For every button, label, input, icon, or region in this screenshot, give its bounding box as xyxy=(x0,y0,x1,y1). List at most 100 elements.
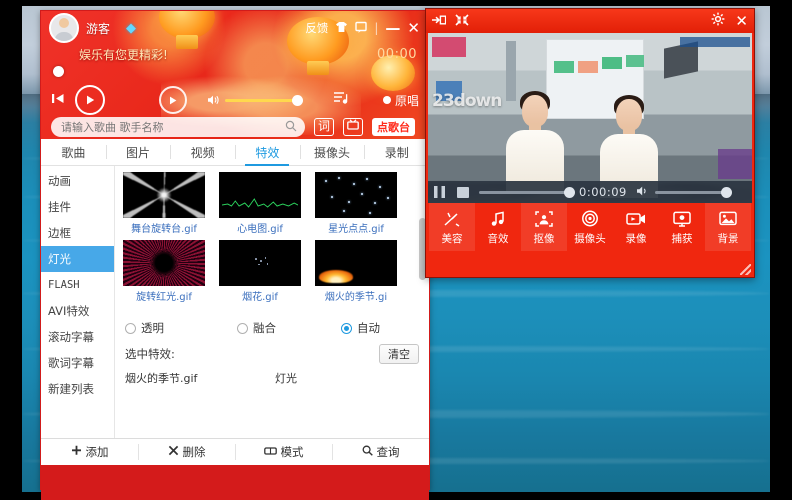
sidebar-item-widget[interactable]: 挂件 xyxy=(41,194,114,220)
original-vocal-toggle[interactable]: 原唱 xyxy=(382,92,419,109)
capture-icon xyxy=(673,209,691,229)
volume-icon[interactable] xyxy=(636,185,649,200)
thumbnail-item[interactable]: 舞台旋转台.gif xyxy=(123,172,205,235)
tab-camera[interactable]: 摄像头 xyxy=(299,139,365,165)
selected-effect-category: 灯光 xyxy=(275,372,297,385)
radio-circle xyxy=(341,322,352,334)
radio-blend[interactable]: 融合 xyxy=(237,320,341,336)
karaoke-window: 游客 ◆ 反馈 | — ✕ 娱乐有您更精彩! 00:00 原唱 请输入歌曲 歌手… xyxy=(40,10,430,500)
tab-record[interactable]: 录制 xyxy=(364,139,429,165)
close-icon[interactable]: ✕ xyxy=(735,12,748,30)
collapse-icon[interactable] xyxy=(455,13,469,29)
thumbnail-image xyxy=(315,172,397,218)
sidebar-item-avi-effects[interactable]: AVI特效 xyxy=(41,298,114,324)
sidebar-item-scrolling-subtitle[interactable]: 滚动字幕 xyxy=(41,324,114,350)
request-station-button[interactable]: 点歌台 xyxy=(372,118,416,136)
delete-button[interactable]: 删除 xyxy=(138,439,235,465)
stop-icon[interactable] xyxy=(457,186,469,198)
seek-knob[interactable] xyxy=(564,186,575,198)
query-button[interactable]: 查询 xyxy=(332,439,429,465)
clear-button[interactable]: 清空 xyxy=(379,344,419,364)
screen: 游客 ◆ 反馈 | — ✕ 娱乐有您更精彩! 00:00 原唱 请输入歌曲 歌手… xyxy=(0,0,792,500)
chroma-key-icon xyxy=(535,209,553,229)
message-icon[interactable] xyxy=(355,21,368,35)
thumbnail-item[interactable]: 旋转红光.gif xyxy=(123,240,205,303)
feedback-button[interactable]: 反馈 xyxy=(305,20,328,36)
effect-options: 透明 融合 自动 选中特效: 清空 烟火的季节.gif 灯光 xyxy=(115,314,429,386)
song-progress-bar[interactable] xyxy=(53,66,417,77)
search-input[interactable] xyxy=(59,119,285,135)
stage-rotation-art xyxy=(123,172,205,218)
selected-effect-name: 烟火的季节.gif xyxy=(125,372,198,385)
volume-icon[interactable] xyxy=(207,91,220,110)
video-volume-slider[interactable] xyxy=(654,186,732,198)
sidebar-item-lyric-subtitle[interactable]: 歌词字幕 xyxy=(41,350,114,376)
tv-icon[interactable] xyxy=(343,118,364,136)
previous-track-icon[interactable] xyxy=(51,92,65,108)
minimize-button[interactable]: — xyxy=(385,19,400,37)
tool-beauty[interactable]: 美容 xyxy=(429,203,475,251)
sidebar-item-new-list[interactable]: 新建列表 xyxy=(41,376,114,402)
thumbnail-label: 烟花.gif xyxy=(242,292,278,303)
sidebar-item-animation[interactable]: 动画 xyxy=(41,168,114,194)
shirt-icon[interactable] xyxy=(335,21,348,35)
tool-chroma-key[interactable]: 抠像 xyxy=(521,203,567,251)
tab-songs[interactable]: 歌曲 xyxy=(41,139,106,165)
volume-slider[interactable] xyxy=(225,94,303,106)
pause-icon[interactable] xyxy=(434,186,445,198)
tool-capture[interactable]: 捕获 xyxy=(659,203,705,251)
playback-timecode: 00:00 xyxy=(377,47,417,62)
titlebar-separator: | xyxy=(374,21,379,35)
search-box[interactable] xyxy=(51,117,305,137)
play-circle-icon[interactable] xyxy=(159,86,187,114)
radio-auto[interactable]: 自动 xyxy=(341,320,380,336)
tool-record-video[interactable]: 录像 xyxy=(613,203,659,251)
blend-mode-radio-group: 透明 融合 自动 xyxy=(125,320,419,336)
selected-effect-row: 选中特效: 清空 xyxy=(125,344,419,364)
volume-control[interactable] xyxy=(207,91,303,110)
video-volume-knob[interactable] xyxy=(720,186,732,198)
search-icon xyxy=(362,445,373,459)
tool-background[interactable]: 背景 xyxy=(705,203,751,251)
tab-videos[interactable]: 视频 xyxy=(170,139,235,165)
fireworks-art xyxy=(219,240,301,286)
thumbnail-item[interactable]: 心电图.gif xyxy=(219,172,301,235)
selected-effect-label: 选中特效: xyxy=(125,347,175,361)
radio-transparent[interactable]: 透明 xyxy=(125,320,237,336)
resize-grip[interactable] xyxy=(740,264,751,275)
tool-sound-effect[interactable]: 音效 xyxy=(475,203,521,251)
close-button[interactable]: ✕ xyxy=(407,19,420,37)
rotating-red-light-art xyxy=(123,240,205,286)
progress-knob[interactable] xyxy=(53,66,64,77)
seek-slider[interactable] xyxy=(479,186,575,198)
thumbnail-item[interactable]: 星光点点.gif xyxy=(315,172,397,235)
tool-camera[interactable]: 摄像头 xyxy=(567,203,613,251)
avatar[interactable] xyxy=(49,13,79,43)
thumbnail-item[interactable]: 烟花.gif xyxy=(219,240,301,303)
tab-pictures[interactable]: 图片 xyxy=(105,139,171,165)
mode-button[interactable]: 模式 xyxy=(235,439,332,465)
booth-swatch xyxy=(554,61,574,73)
sidebar-item-border[interactable]: 边框 xyxy=(41,220,114,246)
equalizer-icon[interactable] xyxy=(333,91,348,109)
add-button[interactable]: 添加 xyxy=(41,439,138,465)
volume-knob[interactable] xyxy=(292,94,303,106)
video-titlebar: ✕ xyxy=(426,9,754,33)
lyrics-button[interactable]: 词 xyxy=(314,118,335,136)
diamond-icon[interactable]: ◆ xyxy=(126,21,136,36)
thumbnail-item[interactable]: 烟火的季节.gi xyxy=(315,240,397,303)
tab-effects[interactable]: 特效 xyxy=(235,139,300,166)
video-stage[interactable]: 23down 0:00:09 xyxy=(428,33,752,203)
radio-label: 透明 xyxy=(141,321,164,335)
play-icon[interactable] xyxy=(75,85,105,115)
record-video-icon xyxy=(626,209,646,229)
sidebar-item-lighting[interactable]: 灯光 xyxy=(41,246,114,272)
booth-banner xyxy=(680,37,750,47)
effects-thumbnail-grid: 舞台旋转台.gif 心电图.gif 星光点点.gif 旋转红光.gif 烟花.g… xyxy=(115,166,429,314)
sidebar-item-flash[interactable]: FLASH xyxy=(41,272,114,298)
add-label: 添加 xyxy=(85,445,109,459)
pop-out-icon[interactable] xyxy=(432,14,447,29)
search-icon[interactable] xyxy=(285,120,297,135)
gear-icon[interactable] xyxy=(711,12,725,30)
thumbnail-image xyxy=(123,240,205,286)
